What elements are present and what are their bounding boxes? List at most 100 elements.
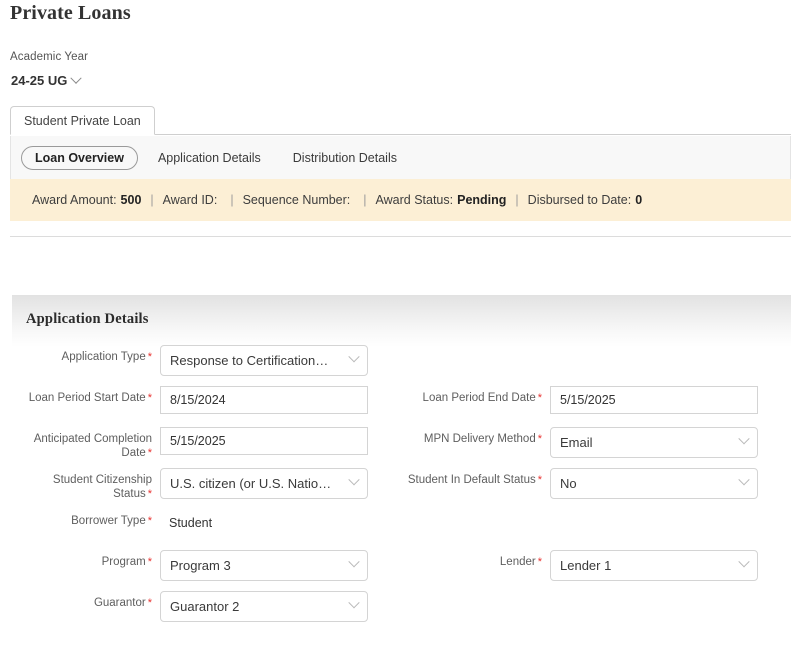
application-type-select[interactable]: Response to Certification… [160, 345, 368, 376]
program-select[interactable]: Program 3 [160, 550, 368, 581]
student-in-default-status-value: No [560, 476, 577, 491]
required-asterisk: * [537, 433, 542, 445]
borrower-type-label: Borrower Type * [71, 515, 152, 527]
application-type-value: Response to Certification… [170, 353, 329, 368]
section-title: Application Details [26, 311, 149, 327]
lender-control: Lender 1 [550, 550, 758, 581]
sub-tab-bar: Loan Overview Application Details Distri… [10, 136, 791, 179]
sequence-number-pair: Sequence Number: [243, 193, 355, 207]
anticipated-completion-date-value: 5/15/2025 [170, 434, 226, 448]
form-row: Application Type * Response to Certificati… [12, 345, 791, 386]
award-summary-banner: Award Amount: 500 | Award ID: | Sequence… [10, 179, 791, 221]
lender-label: Lender * [499, 556, 542, 568]
chevron-down-icon [738, 555, 750, 567]
anticipated-completion-date-label: Anticipated Completion Date * [33, 433, 152, 459]
form-row: Program * Program 3 Lender * Lender 1 [12, 550, 791, 591]
student-in-default-status-label: Student In Default Status * [407, 474, 542, 486]
student-in-default-status-control: No [550, 468, 758, 499]
award-status-value: Pending [457, 193, 507, 207]
award-amount-label: Award Amount: [32, 193, 117, 207]
tab-student-private-loan[interactable]: Student Private Loan [10, 106, 155, 135]
field-guarantor: Guarantor * Guarantor 2 [12, 591, 368, 622]
lender-select[interactable]: Lender 1 [550, 550, 758, 581]
loan-period-end-date-input[interactable]: 5/15/2025 [550, 386, 758, 414]
form-row: Borrower Type * Student [12, 509, 791, 550]
field-application-type: Application Type * Response to Certificati… [12, 345, 368, 376]
main-tab-strip: Student Private Loan [10, 106, 791, 135]
mpn-delivery-method-label: MPN Delivery Method * [423, 433, 542, 445]
chevron-down-icon [738, 473, 750, 485]
loan-period-start-date-control: 8/15/2024 [160, 386, 368, 414]
chevron-down-icon [738, 432, 750, 444]
program-value: Program 3 [170, 558, 231, 573]
page-title: Private Loans [10, 2, 131, 24]
guarantor-select[interactable]: Guarantor 2 [160, 591, 368, 622]
mpn-delivery-method-control: Email [550, 427, 758, 458]
subtab-distribution-details[interactable]: Distribution Details [281, 146, 409, 170]
mpn-delivery-method-value: Email [560, 435, 593, 450]
required-asterisk: * [147, 392, 152, 404]
loan-period-end-date-control: 5/15/2025 [550, 386, 758, 414]
borrower-type-value: Student [169, 516, 213, 530]
anticipated-completion-date-input[interactable]: 5/15/2025 [160, 427, 368, 455]
chevron-down-icon [348, 350, 360, 362]
loan-period-end-date-label: Loan Period End Date * [422, 392, 542, 404]
subtab-application-details[interactable]: Application Details [146, 146, 273, 170]
guarantor-control: Guarantor 2 [160, 591, 368, 622]
divider [10, 236, 791, 237]
field-student-citizenship-status: Student Citizenship Status * U.S. citizen … [12, 468, 368, 501]
disbursed-to-date-pair: Disbursed to Date: 0 [528, 193, 642, 207]
field-program: Program * Program 3 [12, 550, 368, 581]
student-citizenship-status-label: Student Citizenship Status * [52, 474, 152, 500]
form-row: Guarantor * Guarantor 2 [12, 591, 791, 632]
banner-separator-1: | [150, 193, 154, 207]
chevron-down-icon [70, 72, 83, 84]
form-row: Anticipated Completion Date * 5/15/2025 MPN… [12, 427, 791, 468]
field-mpn-delivery-method: MPN Delivery Method * Email [402, 427, 758, 458]
mpn-delivery-method-select[interactable]: Email [550, 427, 758, 458]
student-citizenship-status-select[interactable]: U.S. citizen (or U.S. Natio… [160, 468, 368, 499]
student-in-default-status-select[interactable]: No [550, 468, 758, 499]
student-citizenship-status-control: U.S. citizen (or U.S. Natio… [160, 468, 368, 499]
loan-period-start-date-value: 8/15/2024 [170, 393, 226, 407]
subtab-loan-overview[interactable]: Loan Overview [21, 145, 138, 170]
program-label: Program * [101, 556, 152, 568]
loan-period-end-date-value: 5/15/2025 [560, 393, 616, 407]
required-asterisk: * [147, 447, 152, 459]
sequence-number-label: Sequence Number: [242, 193, 351, 207]
program-control: Program 3 [160, 550, 368, 581]
chevron-down-icon [348, 596, 360, 608]
guarantor-label: Guarantor * [93, 597, 152, 609]
chevron-down-icon [348, 555, 360, 567]
academic-year-value: 24-25 UG [11, 73, 68, 88]
required-asterisk: * [537, 392, 542, 404]
required-asterisk: * [147, 351, 152, 363]
banner-separator-4: | [515, 193, 519, 207]
required-asterisk: * [147, 515, 152, 527]
required-asterisk: * [537, 556, 542, 568]
award-amount-value: 500 [120, 193, 142, 207]
disbursed-to-date-value: 0 [635, 193, 643, 207]
required-asterisk: * [537, 474, 542, 486]
field-lender: Lender * Lender 1 [402, 550, 758, 581]
field-loan-period-end-date: Loan Period End Date * 5/15/2025 [402, 386, 758, 414]
field-loan-period-start-date: Loan Period Start Date * 8/15/2024 [12, 386, 368, 414]
field-borrower-type: Borrower Type * Student [12, 509, 368, 537]
application-details-panel: Application Details Application Type * Res… [12, 295, 791, 645]
loan-period-start-date-input[interactable]: 8/15/2024 [160, 386, 368, 414]
form-row: Loan Period Start Date * 8/15/2024 Loan Per… [12, 386, 791, 427]
academic-year-dropdown[interactable]: 24-25 UG [11, 72, 83, 88]
award-id-pair: Award ID: [163, 193, 222, 207]
application-details-form: Application Type * Response to Certificati… [12, 345, 791, 632]
banner-separator-2: | [230, 193, 234, 207]
chevron-down-icon [348, 473, 360, 485]
required-asterisk: * [147, 597, 152, 609]
form-row: Student Citizenship Status * U.S. citizen … [12, 468, 791, 509]
disbursed-to-date-label: Disbursed to Date: [527, 193, 632, 207]
field-anticipated-completion-date: Anticipated Completion Date * 5/15/2025 [12, 427, 368, 460]
award-status-label: Award Status: [375, 193, 454, 207]
borrower-type-control: Student [160, 509, 368, 537]
anticipated-completion-date-control: 5/15/2025 [160, 427, 368, 455]
application-type-control: Response to Certification… [160, 345, 368, 376]
required-asterisk: * [147, 488, 152, 500]
